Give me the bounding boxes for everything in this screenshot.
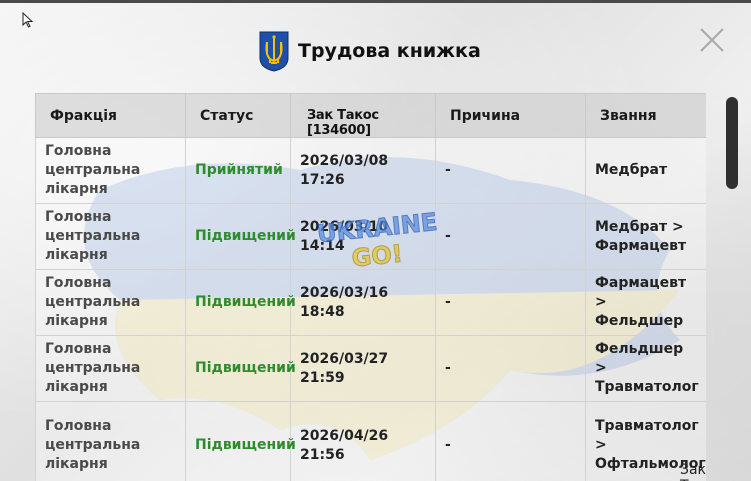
cell-status: Підвищений [185,401,296,481]
cell-reason: - [435,401,586,481]
cell-rank: Фельдшер > Травматолог [585,335,706,402]
cell-rank: Медбрат > Фармацевт [585,203,706,270]
cell-rank: Фармацевт > Фельдшер [585,269,706,336]
cell-faction: Головна центральна лікарня [35,335,186,402]
window-header: Трудова книжка [258,30,481,72]
trident-icon [259,31,289,72]
header-faction: Фракція [35,93,186,138]
header-status: Статус [185,93,291,138]
employment-history-table: Фракція Статус Зак Такос [134600] Причин… [35,93,706,481]
cell-reason: - [435,269,586,336]
cell-faction: Головна центральна лікарня [35,401,186,481]
header-date: Зак Такос [134600] [290,93,436,138]
cell-date: 2026/04/26 21:56 [290,401,436,481]
cell-faction: Головна центральна лікарня [35,137,186,204]
player-name-overlay: Зак Такос [134600] [307,108,379,138]
cell-reason: - [435,335,586,402]
cell-status: Прийнятий [185,137,291,204]
cell-date: 2026/03/16 18:48 [290,269,436,336]
table-row: Головна центральна лікарня Підвищений 20… [35,335,706,402]
cell-status: Підвищений [185,335,296,402]
cell-date: 2026/03/08 17:26 [290,137,436,204]
mouse-cursor-icon [22,12,34,28]
player-name-label: Зак Такос [680,462,722,481]
logo-line-2: GO! [350,239,404,272]
scrollbar-thumb[interactable] [726,97,738,189]
cell-faction: Головна центральна лікарня [35,269,186,336]
table-header-row: Фракція Статус Зак Такос [134600] Причин… [35,93,706,138]
cell-status: Підвищений [185,203,296,270]
table-row: Головна центральна лікарня Прийнятий 202… [35,137,706,204]
cell-faction: Головна центральна лікарня [35,203,186,270]
header-reason: Причина [435,93,586,138]
cell-reason: - [435,203,586,270]
window-title: Трудова книжка [298,40,481,62]
header-rank: Звання [585,93,706,138]
top-strip [0,0,751,3]
ukraine-go-logo: UKRAINE GO! [315,207,439,272]
cell-rank: Медбрат [585,137,706,204]
cell-reason: - [435,137,586,204]
cell-status: Підвищений [185,269,296,336]
table-row: Головна центральна лікарня Підвищений 20… [35,401,706,481]
close-icon[interactable] [698,26,726,54]
cell-date: 2026/03/27 21:59 [290,335,436,402]
table-row: Головна центральна лікарня Підвищений 20… [35,269,706,336]
